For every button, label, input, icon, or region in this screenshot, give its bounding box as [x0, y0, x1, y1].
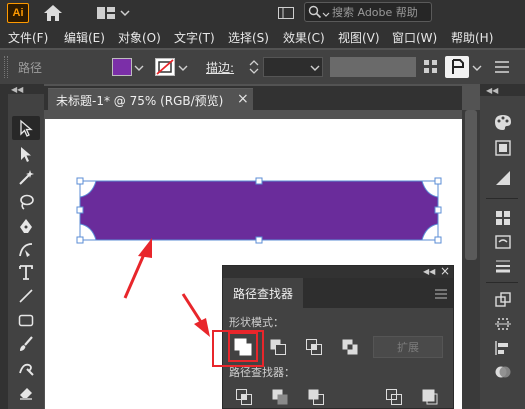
expand-button[interactable]: 扩展	[373, 336, 443, 358]
transform-panel-icon[interactable]	[488, 288, 518, 312]
minus-front-button[interactable]	[267, 336, 289, 358]
annotation-arrow-to-shape	[123, 238, 152, 299]
expand-panels-icon[interactable]: ◀◀	[486, 86, 498, 95]
swatches-icon[interactable]	[488, 206, 518, 230]
divide-button[interactable]	[233, 386, 255, 408]
panel-menu-icon[interactable]	[435, 288, 447, 299]
exclude-button[interactable]	[339, 336, 361, 358]
unite-button[interactable]	[228, 332, 258, 362]
crop-icon	[386, 389, 402, 405]
merge-icon	[308, 389, 324, 405]
collapse-panel-icon[interactable]: ◀◀	[423, 267, 435, 276]
trim-icon	[272, 389, 288, 405]
tab-pathfinder-label: 路径查找器	[233, 287, 294, 301]
divide-icon	[236, 389, 252, 405]
dock-divider	[486, 282, 518, 283]
intersect-icon	[306, 339, 322, 355]
pathfinders-label: 路径查找器：	[229, 366, 295, 379]
expand-button-label: 扩展	[397, 341, 419, 354]
dock-divider	[486, 198, 518, 199]
intersect-button[interactable]	[303, 336, 325, 358]
right-dock-header: ◀◀	[480, 84, 525, 96]
close-panel-icon[interactable]: ×	[440, 264, 450, 278]
merge-button[interactable]	[305, 386, 327, 408]
distribute-panel-icon[interactable]	[488, 336, 518, 360]
color-palette-icon[interactable]	[488, 110, 518, 134]
panel-top-strip: ◀◀ ×	[223, 264, 453, 278]
align-panel-icon[interactable]	[488, 312, 518, 336]
color-guide-icon[interactable]	[488, 136, 518, 160]
panel-tab-bar: 路径查找器	[223, 278, 453, 308]
stroke-panel-icon[interactable]	[488, 254, 518, 278]
outline-button[interactable]	[419, 386, 441, 408]
shape-modes-label: 形状模式：	[229, 316, 284, 329]
unite-icon	[234, 338, 252, 356]
pathfinder-panel: ◀◀ × 路径查找器 形状模式： 扩展 路径查找器：	[222, 264, 454, 409]
tab-pathfinder[interactable]: 路径查找器	[223, 278, 303, 308]
brushes-icon[interactable]	[488, 230, 518, 254]
minus-front-icon	[270, 339, 286, 355]
exclude-icon	[342, 339, 358, 355]
purple-plaque-shape[interactable]	[79, 180, 439, 241]
right-panel-dock: ◀◀	[480, 84, 525, 409]
trim-button[interactable]	[269, 386, 291, 408]
transparency-panel-icon[interactable]	[488, 360, 518, 384]
gradient-panel-icon[interactable]	[488, 166, 518, 190]
crop-button[interactable]	[383, 386, 405, 408]
outline-icon	[422, 389, 438, 405]
